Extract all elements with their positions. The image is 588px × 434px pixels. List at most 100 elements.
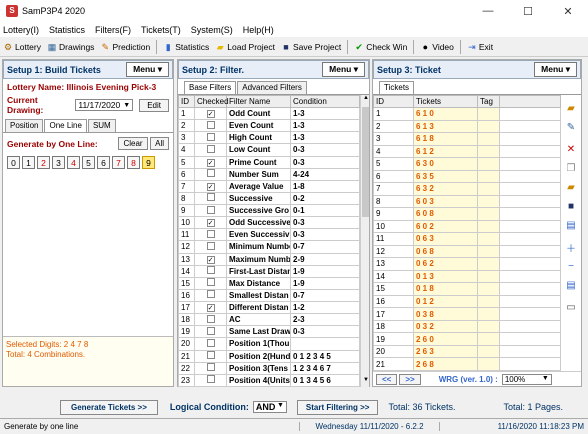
scroll-up-icon[interactable]: ▲ (362, 95, 369, 105)
filter-row[interactable]: 12 Minimum Numbe 0-7 (178, 240, 360, 254)
filter-checked-cell[interactable] (194, 228, 227, 242)
ticket-row[interactable]: 21 2 6 8 (373, 357, 561, 371)
filter-checked-cell[interactable] (194, 288, 227, 303)
menu-tickets[interactable]: Tickets(T) (141, 25, 181, 35)
digit-button-3[interactable]: 3 (52, 156, 65, 169)
ticket-row[interactable]: 56 3 0 (373, 157, 561, 171)
filter-checkbox[interactable] (206, 193, 215, 202)
filter-checked-cell[interactable] (194, 264, 227, 278)
ticket-row[interactable]: 16 1 0 (373, 107, 561, 121)
menu-statistics[interactable]: Statistics (49, 25, 85, 35)
filter-checkbox[interactable] (206, 120, 215, 129)
filter-row[interactable]: 17 ✓ Different Distan 1-2 (178, 300, 360, 315)
ticket-row[interactable]: 46 1 2 (373, 144, 561, 159)
filter-checkbox[interactable]: ✓ (206, 219, 215, 228)
filter-checked-cell[interactable] (194, 313, 227, 327)
filter-row[interactable]: 7 ✓ Average Value 1-8 (178, 179, 360, 193)
remove-icon[interactable]: − (564, 259, 578, 273)
filter-checkbox[interactable] (206, 351, 215, 360)
filter-checked-cell[interactable] (194, 325, 227, 339)
filter-checkbox[interactable]: ✓ (206, 110, 215, 119)
filter-checkbox[interactable]: ✓ (206, 304, 215, 313)
filter-checked-cell[interactable] (194, 143, 227, 157)
filter-checkbox[interactable] (206, 132, 215, 141)
filter-row[interactable]: 16 Smallest Distan 0-7 (178, 288, 360, 303)
filter-checkbox[interactable]: ✓ (206, 158, 215, 167)
digit-button-6[interactable]: 6 (97, 156, 110, 169)
filter-checked-cell[interactable] (194, 349, 227, 363)
ticket-row[interactable]: 13 0 6 2 (373, 257, 561, 271)
edit-icon[interactable]: ✎ (564, 120, 578, 134)
filter-checkbox[interactable] (206, 144, 215, 153)
list-icon[interactable]: ▤ (564, 278, 578, 292)
filter-checkbox[interactable] (206, 266, 215, 275)
filter-checked-cell[interactable] (194, 373, 227, 387)
menu-system[interactable]: System(S) (191, 25, 233, 35)
filter-row[interactable]: 23 Position 4(Units 0 1 3 4 5 6 (178, 373, 360, 387)
filter-row[interactable]: 1 ✓ Odd Count 1-3 (178, 106, 360, 121)
filter-row[interactable]: 19 Same Last Draw 0-3 (178, 325, 360, 339)
filter-checkbox[interactable] (206, 314, 215, 323)
filter-row[interactable]: 6 Number Sum 4-24 (178, 167, 360, 181)
tab-base-filters[interactable]: Base Filters (184, 81, 237, 94)
toolbar-video-button[interactable]: ● Video (420, 42, 454, 52)
digit-button-0[interactable]: 0 (7, 156, 20, 169)
ticket-row[interactable]: 12 0 6 8 (373, 244, 561, 259)
filter-checked-cell[interactable]: ✓ (194, 300, 227, 315)
digit-button-9[interactable]: 9 (142, 156, 155, 169)
filter-row[interactable]: 11 Even Successiv 0-3 (178, 228, 360, 242)
filter-row[interactable]: 20 Position 1(Thou (178, 337, 360, 351)
filter-checkbox[interactable] (206, 278, 215, 287)
filter-row[interactable]: 15 Max Distance 1-9 (178, 276, 360, 290)
next-page-button[interactable]: >> (399, 373, 421, 385)
digit-button-7[interactable]: 7 (112, 156, 125, 169)
filter-checked-cell[interactable] (194, 167, 227, 181)
filter-row[interactable]: 3 High Count 1-3 (178, 131, 360, 145)
filter-checked-cell[interactable] (194, 276, 227, 290)
filter-row[interactable]: 9 Successive Gro 0-1 (178, 203, 360, 218)
filter-checkbox[interactable]: ✓ (206, 255, 215, 264)
digit-button-2[interactable]: 2 (37, 156, 50, 169)
maximize-button[interactable]: ☐ (508, 0, 548, 22)
ticket-row[interactable]: 14 0 1 3 (373, 269, 561, 284)
minimize-button[interactable]: — (468, 0, 508, 22)
toolbar-prediction-button[interactable]: ✎ Prediction (100, 42, 151, 52)
ticket-row[interactable]: 16 0 1 2 (373, 294, 561, 309)
tab-position[interactable]: Position (5, 119, 44, 132)
menu-lottery[interactable]: Lottery(I) (3, 25, 39, 35)
filter-row[interactable]: 13 ✓ Maximum Numbe 2-9 (178, 252, 360, 266)
filter-checkbox[interactable] (206, 229, 215, 238)
logical-condition-select[interactable]: AND ▼ (252, 401, 287, 413)
scroll-down-icon[interactable]: ▼ (362, 377, 369, 387)
filter-checkbox[interactable] (206, 169, 215, 178)
digit-button-4[interactable]: 4 (67, 156, 80, 169)
filter-checkbox[interactable] (206, 363, 215, 372)
scroll-thumb[interactable] (362, 107, 369, 217)
digit-button-8[interactable]: 8 (127, 156, 140, 169)
menu-filters[interactable]: Filters(F) (95, 25, 131, 35)
ticket-row[interactable]: 96 0 8 (373, 207, 561, 221)
prev-page-button[interactable]: << (376, 373, 398, 385)
ticket-row[interactable]: 86 0 3 (373, 194, 561, 209)
filter-checkbox[interactable]: ✓ (206, 182, 215, 191)
doc-icon[interactable]: ▤ (564, 218, 578, 232)
ticket-row[interactable]: 19 2 6 0 (373, 332, 561, 346)
filter-checked-cell[interactable]: ✓ (194, 155, 227, 169)
filter-row[interactable]: 10 ✓ Odd Successive 0-3 (178, 216, 360, 230)
add-icon[interactable]: ＋ (564, 240, 578, 255)
filter-row[interactable]: 4 Low Count 0-3 (178, 143, 360, 157)
toolbar-check-win-button[interactable]: ✔ Check Win (354, 42, 407, 52)
ticket-row[interactable]: 18 0 3 2 (373, 319, 561, 334)
setup2-menu-button[interactable]: Menu ▾ (322, 62, 365, 77)
filter-checked-cell[interactable]: ✓ (194, 252, 227, 266)
drawing-date-picker[interactable]: 11/17/2020 ▼ (75, 99, 134, 111)
start-filtering-button[interactable]: Start Filtering >> (296, 399, 379, 415)
ticket-row[interactable]: 15 0 1 8 (373, 282, 561, 296)
filter-checked-cell[interactable] (194, 361, 227, 375)
filter-row[interactable]: 5 ✓ Prime Count 0-3 (178, 155, 360, 169)
filter-row[interactable]: 14 First-Last Distan 1-9 (178, 264, 360, 278)
menu-help[interactable]: Help(H) (243, 25, 274, 35)
filter-checked-cell[interactable] (194, 191, 227, 206)
open-icon[interactable]: ▰ (564, 101, 578, 115)
ticket-row[interactable]: 26 1 3 (373, 119, 561, 134)
